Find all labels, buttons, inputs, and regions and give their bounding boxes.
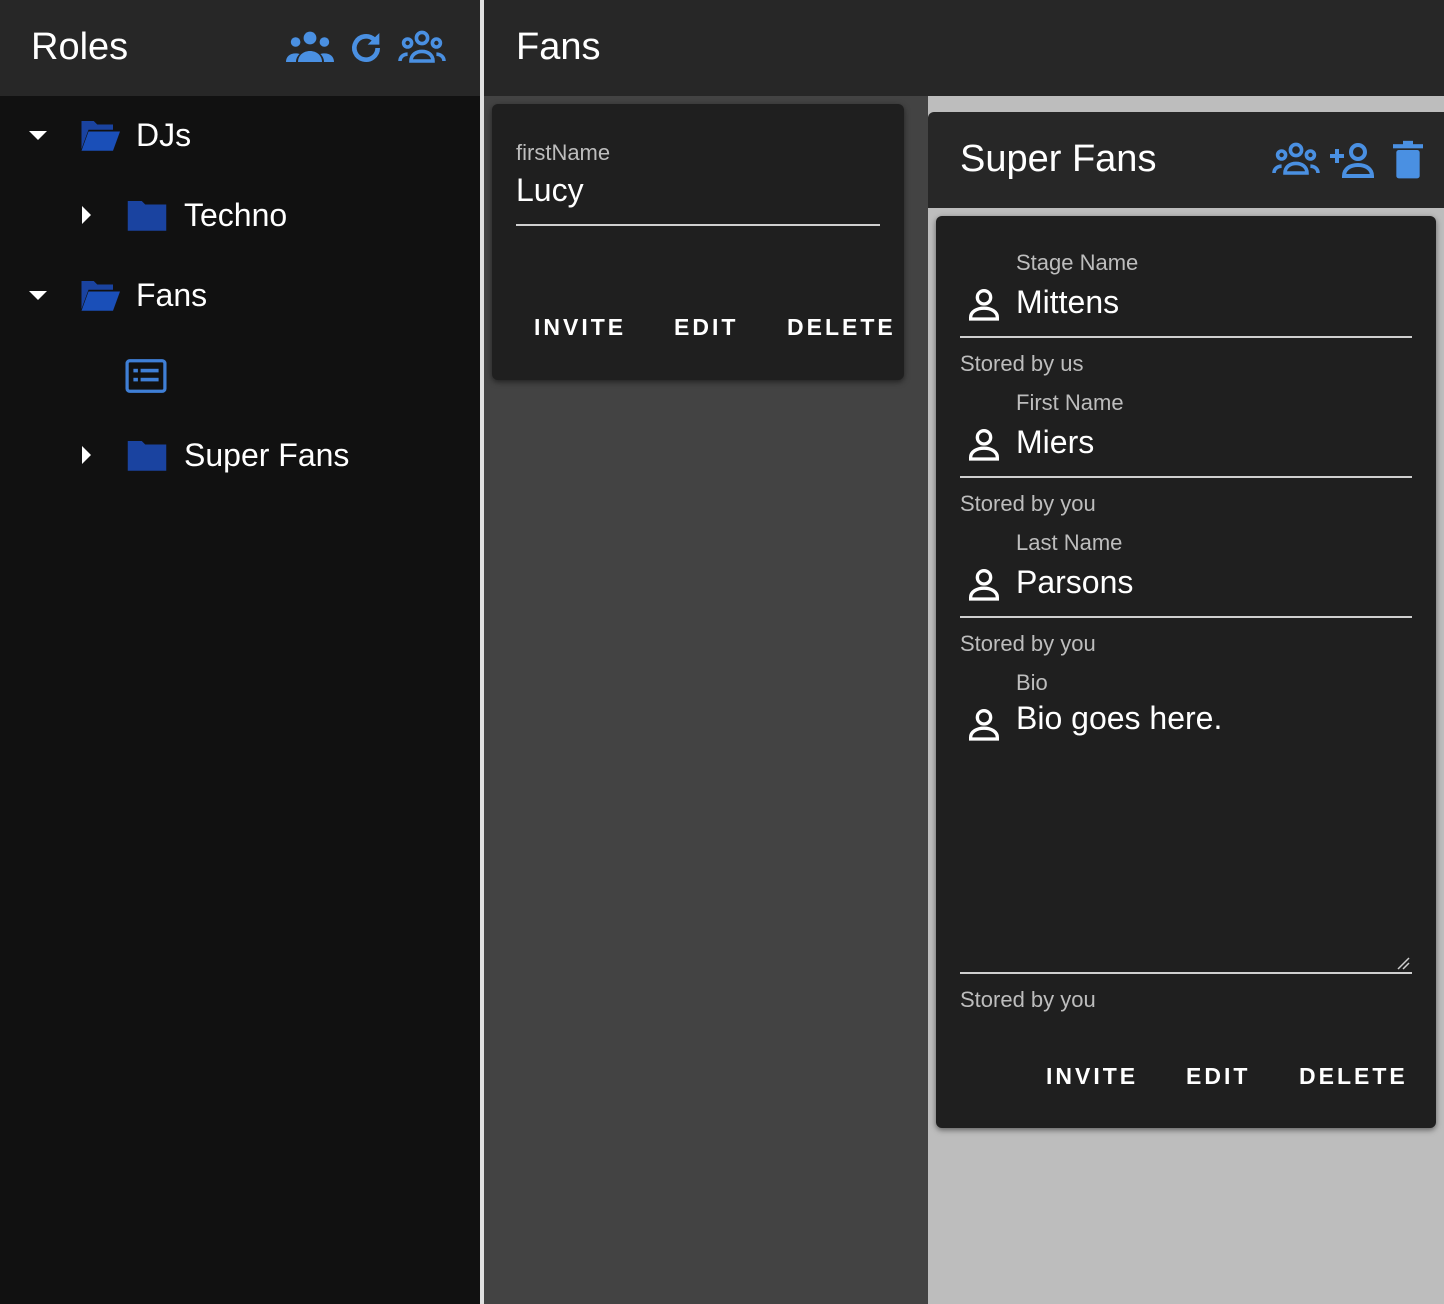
super-fans-header: Super Fans	[928, 112, 1444, 208]
field-label: firstName	[516, 140, 611, 165]
caret-down-icon[interactable]	[26, 283, 50, 307]
super-fans-title: Super Fans	[960, 138, 1157, 180]
tree-item-techno[interactable]: Techno	[74, 187, 287, 243]
tree-item-fans[interactable]: Fans	[26, 267, 207, 323]
delete-button[interactable]: DELETE	[787, 314, 896, 341]
field-label: First Name	[1016, 390, 1124, 415]
invite-button[interactable]: INVITE	[1046, 1063, 1138, 1090]
field-helper-text: Stored by you	[960, 987, 1096, 1012]
fan-record-card: firstName Lucy INVITE EDIT DELETE	[492, 104, 904, 380]
groups-icon[interactable]	[1270, 140, 1322, 180]
tree-item-super-fans[interactable]: Super Fans	[74, 427, 349, 483]
field-underline	[960, 616, 1412, 618]
last-name-field[interactable]: Parsons	[1016, 564, 1133, 601]
person-add-icon[interactable]	[1328, 140, 1376, 180]
fans-header: Fans	[484, 0, 1444, 96]
resize-handle-icon[interactable]	[1396, 956, 1410, 970]
refresh-icon[interactable]	[346, 28, 386, 68]
person-icon	[964, 704, 1004, 744]
groups-icon[interactable]	[286, 28, 334, 68]
delete-button[interactable]: DELETE	[1299, 1063, 1408, 1090]
first-name-field[interactable]: Lucy	[516, 172, 584, 209]
roles-header: Roles	[0, 0, 480, 96]
caret-right-icon[interactable]	[74, 443, 98, 467]
field-helper-text: Stored by you	[960, 491, 1096, 516]
field-underline	[960, 972, 1412, 974]
folder-icon	[126, 197, 168, 233]
person-icon	[964, 564, 1004, 604]
person-icon	[964, 284, 1004, 324]
roles-panel: Roles DJs Techno Fans Super Fans	[0, 0, 480, 1304]
person-icon	[964, 424, 1004, 464]
caret-right-icon[interactable]	[74, 203, 98, 227]
edit-button[interactable]: EDIT	[674, 314, 738, 341]
folder-open-icon	[78, 117, 120, 153]
tree-item-fans-record[interactable]	[124, 348, 168, 404]
delete-icon[interactable]	[1390, 140, 1426, 180]
super-fan-record-card: Stage Name Mittens Stored by us First Na…	[936, 216, 1436, 1128]
field-helper-text: Stored by you	[960, 631, 1096, 656]
caret-down-icon[interactable]	[26, 123, 50, 147]
field-underline	[960, 476, 1412, 478]
folder-open-icon	[78, 277, 120, 313]
stage-name-field[interactable]: Mittens	[1016, 284, 1119, 321]
edit-button[interactable]: EDIT	[1186, 1063, 1250, 1090]
tree-item-label: Super Fans	[184, 436, 350, 473]
tree-item-label: DJs	[136, 116, 192, 153]
first-name-field[interactable]: Miers	[1016, 424, 1094, 461]
tree-item-djs[interactable]: DJs	[26, 107, 191, 163]
tree-item-label: Fans	[136, 276, 208, 313]
groups-outline-icon[interactable]	[398, 28, 446, 68]
bio-textarea[interactable]: Bio goes here.	[1016, 700, 1222, 737]
field-underline	[960, 336, 1412, 338]
fans-title: Fans	[516, 26, 601, 68]
field-helper-text: Stored by us	[960, 351, 1084, 376]
card-list-icon	[124, 358, 168, 394]
field-underline	[516, 224, 880, 226]
folder-icon	[126, 437, 168, 473]
field-label: Bio	[1016, 670, 1048, 695]
field-label: Stage Name	[1016, 250, 1139, 275]
tree-item-label: Techno	[184, 196, 288, 233]
roles-title: Roles	[31, 26, 129, 68]
invite-button[interactable]: INVITE	[534, 314, 626, 341]
field-label: Last Name	[1016, 530, 1123, 555]
